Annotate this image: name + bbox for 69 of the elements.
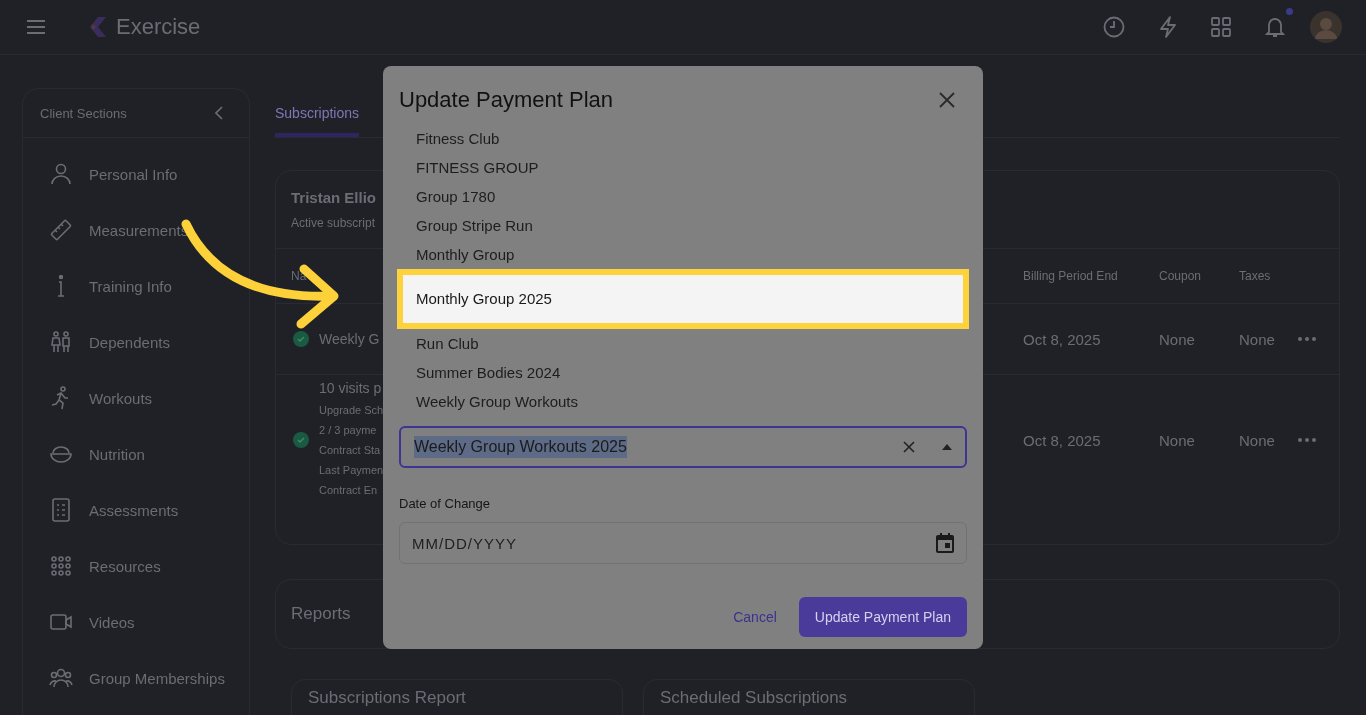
bell-icon[interactable] bbox=[1265, 16, 1285, 38]
column-header: Coupon bbox=[1159, 269, 1203, 283]
cancel-button[interactable]: Cancel bbox=[729, 597, 781, 637]
submit-button[interactable]: Update Payment Plan bbox=[798, 597, 967, 637]
table-cell-text: None bbox=[1159, 330, 1196, 348]
app-title: Exercise bbox=[116, 14, 201, 40]
column-header: Billing Period End bbox=[1023, 269, 1119, 283]
report-card[interactable]: Scheduled Subscriptions bbox=[643, 679, 975, 715]
caret-icon[interactable] bbox=[942, 444, 952, 450]
subscription-name: Weekly G bbox=[319, 331, 381, 347]
sidebar-item[interactable]: Assessments bbox=[89, 501, 179, 519]
logo-icon bbox=[88, 16, 108, 38]
more-icon[interactable] bbox=[1297, 336, 1317, 342]
subscription-detail: Upgrade Sch bbox=[319, 403, 383, 418]
checklist-icon bbox=[49, 498, 73, 522]
sidebar-title: Client Sections bbox=[40, 105, 127, 121]
field-label: Date of Change bbox=[399, 496, 492, 511]
dropdown-option[interactable]: Group Stripe Run bbox=[397, 211, 969, 240]
sidebar-item[interactable]: Group Memberships bbox=[89, 669, 225, 687]
plan-select-field[interactable]: Weekly Group Workouts 2025 bbox=[399, 426, 967, 468]
dropdown-option[interactable]: Weekly Group Workouts bbox=[397, 387, 969, 416]
close-icon[interactable] bbox=[939, 92, 955, 108]
sidebar-item[interactable]: Resources bbox=[89, 557, 161, 575]
sidebar-item[interactable]: Personal Info bbox=[89, 165, 178, 183]
menu-icon[interactable] bbox=[26, 19, 46, 35]
client-name: Tristan Ellio bbox=[291, 189, 377, 206]
grid-icon bbox=[49, 554, 73, 578]
subscription-detail: Contract Sta bbox=[319, 443, 382, 458]
dropdown-option[interactable]: Monthly Group bbox=[397, 240, 969, 269]
column-header: Taxes bbox=[1239, 269, 1272, 283]
subscription-name: 10 visits p bbox=[319, 380, 383, 396]
dropdown-option[interactable]: Summer Bodies 2024 bbox=[397, 358, 969, 387]
date-field[interactable]: MM/DD/YYYY bbox=[399, 522, 967, 564]
table-cell-text: Oct 8, 2025 bbox=[1023, 431, 1102, 449]
sidebar-item[interactable]: Workouts bbox=[89, 389, 153, 407]
dropdown-option[interactable]: Fitness Club bbox=[397, 124, 969, 153]
collapse-icon[interactable] bbox=[215, 106, 223, 120]
table-cell-text: None bbox=[1159, 431, 1196, 449]
report-card[interactable]: Subscriptions Report bbox=[291, 679, 623, 715]
clear-icon[interactable] bbox=[903, 441, 915, 453]
clock-icon[interactable] bbox=[1103, 16, 1125, 38]
family-icon bbox=[49, 330, 73, 354]
table-cell-text: None bbox=[1239, 431, 1276, 449]
person-icon bbox=[49, 162, 73, 186]
avatar[interactable] bbox=[1310, 11, 1342, 43]
info-icon bbox=[57, 275, 65, 297]
reports-title: Reports bbox=[291, 604, 351, 624]
dialog-title: Update Payment Plan bbox=[399, 87, 614, 113]
dropdown-option[interactable]: Run Club bbox=[397, 329, 969, 358]
group-icon bbox=[49, 666, 73, 690]
lightning-icon[interactable] bbox=[1159, 16, 1177, 38]
sidebar-item[interactable]: Training Info bbox=[89, 277, 172, 295]
subscription-detail: Contract En bbox=[319, 483, 379, 498]
more-icon[interactable] bbox=[1297, 437, 1317, 443]
apps-icon[interactable] bbox=[1211, 17, 1231, 37]
table-cell-text: Oct 8, 2025 bbox=[1023, 330, 1102, 348]
subscription-detail: 2 / 3 payme bbox=[319, 423, 378, 438]
table-cell-text: None bbox=[1239, 330, 1276, 348]
dropdown-option[interactable]: FITNESS GROUP bbox=[397, 153, 969, 182]
subscription-detail: Last Paymen bbox=[319, 463, 383, 478]
sidebar-item[interactable]: Videos bbox=[89, 613, 135, 631]
client-subtitle: Active subscript bbox=[291, 216, 376, 230]
calendar-icon[interactable] bbox=[936, 533, 954, 553]
tab[interactable]: Subscriptions bbox=[275, 105, 360, 137]
dropdown-option[interactable]: Group 1780 bbox=[397, 182, 969, 211]
dropdown-option[interactable]: Monthly Group 2025 bbox=[397, 269, 969, 329]
ruler-icon bbox=[49, 218, 73, 242]
sidebar-item[interactable]: Nutrition bbox=[89, 445, 145, 463]
sidebar-item[interactable]: Dependents bbox=[89, 333, 170, 351]
